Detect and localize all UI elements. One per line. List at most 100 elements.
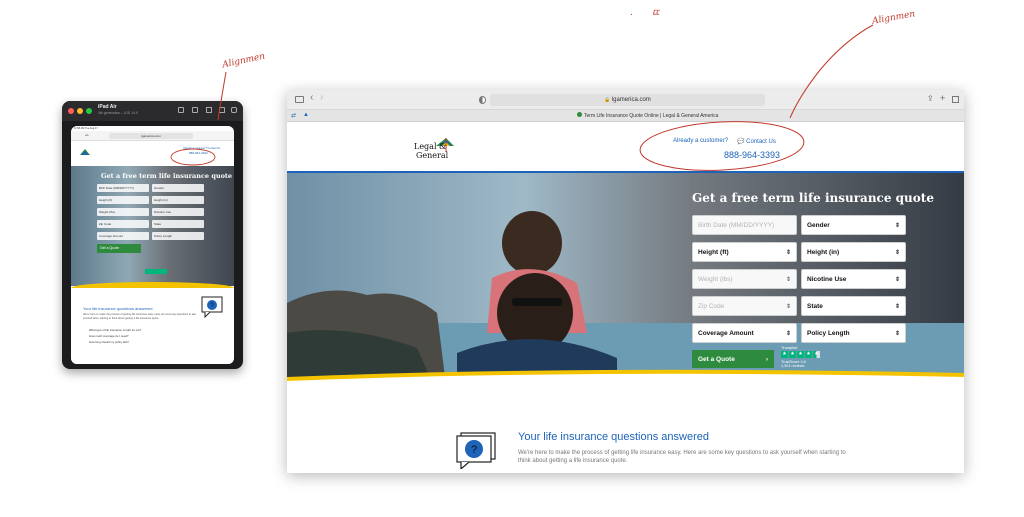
ipad-simulator-window[interactable]: iPad Air 4th generation – iOS 14.0 11:58… <box>62 101 243 369</box>
contact-us-link[interactable]: 💬 Contact Us <box>737 138 776 145</box>
trustpilot-stars: ★ ★ ★ ★ ★ <box>781 351 831 358</box>
ipad-question-2[interactable]: How much coverage do I need? <box>89 334 129 338</box>
new-tab-icon[interactable]: + <box>940 93 945 103</box>
coverage-amount-select[interactable]: Coverage Amount ⇕ <box>692 323 797 343</box>
select-chevron-icon: ⇕ <box>785 330 791 337</box>
gender-label: Gender <box>807 221 830 229</box>
select-chevron-icon: ⇕ <box>894 330 900 337</box>
policy-length-label: Policy Length <box>807 329 850 337</box>
chat-icon: 💬 <box>737 139 747 145</box>
zoom-window-button[interactable] <box>86 108 92 114</box>
select-chevron-icon: ⇕ <box>894 222 900 229</box>
ipad-phone[interactable]: 888-964-3393 <box>189 151 208 155</box>
ipad-field[interactable]: Weight (lbs) <box>97 208 149 216</box>
lock-icon: 🔒 <box>604 97 612 103</box>
ipad-field[interactable]: Gender <box>152 184 204 192</box>
address-bar[interactable]: 🔒 lgamerica.com <box>490 94 765 106</box>
ipad-trustpilot <box>145 269 167 274</box>
annotation-browser-note: Alignmen <box>871 9 917 27</box>
ipad-tab-aa[interactable]: aA <box>85 133 89 137</box>
ipad-site-header: Already a customer? Contact Us 888-964-3… <box>71 141 234 166</box>
star-icon: ★ <box>781 351 788 358</box>
ipad-field[interactable]: Height (ft) <box>97 196 149 204</box>
contact-us-label: Contact Us <box>746 139 776 145</box>
birth-date-input[interactable]: Birth Date (MM/DD/YYYY) <box>692 215 797 235</box>
ipad-logo <box>79 147 91 159</box>
star-icon: ★ <box>805 351 812 358</box>
ipad-field[interactable]: State <box>152 220 204 228</box>
hero-wave-divider <box>287 369 964 393</box>
ipad-header-links[interactable]: Already a customer? Contact Us <box>183 147 220 150</box>
coverage-label: Coverage Amount <box>698 329 754 337</box>
state-select[interactable]: State ⇕ <box>801 296 906 316</box>
ipad-form[interactable]: Birth Date (MM/DD/YYYY) Gender Height (ft… <box>97 184 207 274</box>
screenshot-icon[interactable] <box>178 107 184 113</box>
legal-general-logo[interactable]: Legal & General <box>414 136 456 166</box>
active-tab[interactable]: Term Life Insurance Quote Online | Legal… <box>577 112 718 119</box>
already-customer-link[interactable]: Already a customer? <box>673 138 728 144</box>
ipad-hero: Get a free term life insurance quote Bir… <box>71 166 234 286</box>
share-icon[interactable]: ⇪ <box>927 94 934 103</box>
close-window-button[interactable] <box>68 108 74 114</box>
nicotine-select[interactable]: Nicotine Use ⇕ <box>801 269 906 289</box>
star-icon: ★ <box>813 351 820 358</box>
select-chevron-icon: ⇕ <box>894 303 900 310</box>
phone-number[interactable]: 888-964-3393 <box>724 150 780 160</box>
lock-icon[interactable] <box>231 107 237 113</box>
safari-toolbar: ‹ › 🔒 lgamerica.com ⇪ + <box>287 90 964 110</box>
tab-bar: ⇄ ▲ Term Life Insurance Quote Online | L… <box>287 110 964 122</box>
annotation-top-note: ㄸ <box>651 8 661 19</box>
ipad-cta-button[interactable]: Get a Quote <box>97 244 141 253</box>
forward-icon[interactable]: › <box>320 92 323 103</box>
svg-text:?: ? <box>471 444 477 456</box>
privacy-shield-icon[interactable] <box>479 96 486 104</box>
home-icon[interactable] <box>219 107 225 113</box>
address-text: lgamerica.com <box>611 97 651 103</box>
tab-overview-icon[interactable] <box>952 96 959 103</box>
state-label: State <box>807 302 823 310</box>
policy-length-select[interactable]: Policy Length ⇕ <box>801 323 906 343</box>
weight-input[interactable]: Weight (lbs) ⇕ <box>692 269 797 289</box>
ipad-field[interactable]: Birth Date (MM/DD/YYYY) <box>97 184 149 192</box>
section-text: We're here to make the process of gettin… <box>518 450 846 464</box>
height-ft-select[interactable]: Height (ft) ⇕ <box>692 242 797 262</box>
zip-label: Zip Code <box>698 302 725 310</box>
tab-group-icon[interactable]: ⇄ <box>291 112 296 119</box>
ipad-field[interactable]: Policy Length <box>152 232 204 240</box>
sidebar-toggle-icon[interactable] <box>295 96 304 103</box>
ipad-field[interactable]: Coverage Amount <box>97 232 149 240</box>
zip-code-input[interactable]: Zip Code ⇕ <box>692 296 797 316</box>
ipad-screen[interactable]: 11:58 AM Tue Aug 17 aA lgamerica.com Alr… <box>71 126 234 364</box>
height-in-select[interactable]: Height (in) ⇕ <box>801 242 906 262</box>
ipad-question-1[interactable]: What type of life insurance is right for… <box>89 328 141 332</box>
get-quote-label: Get a Quote <box>698 355 735 363</box>
logo-line1: Legal & <box>414 142 447 151</box>
simulator-titlebar: iPad Air 4th generation – iOS 14.0 <box>62 101 243 121</box>
ipad-section-text: We're here to make the process of gettin… <box>83 313 196 320</box>
ipad-content: ? Your life insurance questions answered… <box>71 288 234 364</box>
ipad-field[interactable]: Zip Code <box>97 220 149 228</box>
ipad-section-title: Your life insurance questions answered <box>83 306 153 311</box>
logo-line2: General <box>416 151 449 160</box>
ipad-question-3[interactable]: How long should my policy last? <box>89 340 129 344</box>
question-icon: ? <box>455 429 500 471</box>
trustpilot-brand: Trustpilot <box>781 345 798 350</box>
minimize-window-button[interactable] <box>77 108 83 114</box>
gender-select[interactable]: Gender ⇕ <box>801 215 906 235</box>
select-chevron-icon: ⇕ <box>894 276 900 283</box>
height-ft-label: Height (ft) <box>698 248 729 256</box>
nicotine-label: Nicotine Use <box>807 275 847 283</box>
ipad-field[interactable]: Height (in) <box>152 196 204 204</box>
rotate-icon[interactable] <box>192 107 198 113</box>
ipad-address-bar[interactable]: lgamerica.com <box>109 133 193 139</box>
ipad-hero-title: Get a free term life insurance quote <box>101 172 233 180</box>
annotation-top-dot: . <box>630 8 633 18</box>
safari-window[interactable]: ‹ › 🔒 lgamerica.com ⇪ + ⇄ ▲ Term Life In… <box>287 90 964 473</box>
copy-icon[interactable] <box>206 107 212 113</box>
device-subtitle: 4th generation – iOS 14.0 <box>98 111 138 115</box>
ipad-field[interactable]: Nicotine Use <box>152 208 204 216</box>
device-name: iPad Air <box>98 104 117 110</box>
aa-icon[interactable]: ▲ <box>303 112 309 118</box>
back-icon[interactable]: ‹ <box>310 92 313 103</box>
star-icon: ★ <box>789 351 796 358</box>
